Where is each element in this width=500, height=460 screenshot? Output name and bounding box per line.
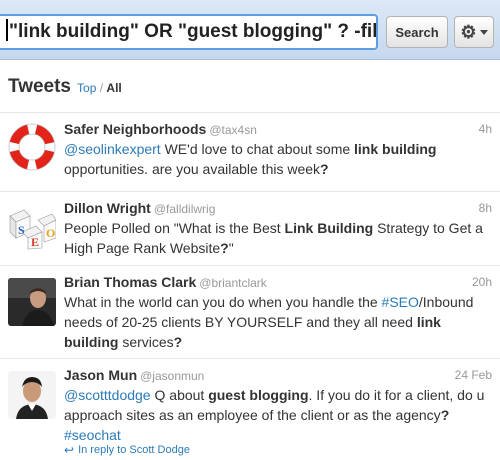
search-input[interactable]: "link building" OR "guest blogging" ? -f… [0,14,378,50]
block-letter: E [31,235,39,249]
tweet-header: Dillon Wright @falldilwrig 8h [64,200,492,218]
search-query: "link building" OR "guest blogging" ? -f… [9,21,378,42]
filter-links: Top / All [77,81,122,95]
text-segment: WE'd love to chat about some [160,141,355,157]
hashtag-link[interactable]: #seochat [64,427,121,443]
text-segment: People Polled on "What is the Best [64,220,285,236]
tweet-item[interactable]: Brian Thomas Clark @briantclark 20h What … [0,265,500,358]
tweet-item[interactable]: S E O Dillon Wright @falldilwrig 8h Peopl… [0,191,500,265]
text-segment: services [118,334,174,350]
highlight-term: ? [320,161,329,177]
highlight-term: ? [440,407,450,423]
tweet-item[interactable]: Safer Neighborhoods @tax4sn 4h @seolinkex… [0,112,500,191]
author-handle[interactable]: @jasonmun [140,369,204,383]
author-name[interactable]: Dillon Wright [64,200,151,216]
author-name[interactable]: Jason Mun [64,367,137,383]
chevron-down-icon [479,29,488,35]
mention-link[interactable]: @scotttdodge [64,387,151,403]
filter-separator: / [99,81,104,95]
tweet-header: Jason Mun @jasonmun 24 Feb [64,367,492,385]
tweet-text: @scotttdodge Q about guest blogging. If … [64,385,494,445]
author-handle[interactable]: @falldilwrig [154,202,216,216]
search-bar: "link building" OR "guest blogging" ? -f… [0,0,500,60]
highlight-term: ? [220,240,229,256]
tweet-item[interactable]: Jason Mun @jasonmun 24 Feb @scotttdodge Q… [0,358,500,460]
tweet-time[interactable]: 4h [479,122,492,136]
block-letter: O [46,226,55,240]
text-cursor [6,19,8,41]
tweet-text: @seolinkexpert WE'd love to chat about s… [64,139,494,179]
tweets-header: Tweets Top / All [0,76,500,112]
highlight-term: Link Building [284,220,374,236]
page-title: Tweets [8,76,72,97]
tweet-text: What in the world can you do when you ha… [64,292,494,352]
filter-top-link[interactable]: Top [77,81,96,95]
text-segment: opportunities. are you available this we… [64,161,321,177]
in-reply-to-label: In reply to Scott Dodge [78,444,190,456]
highlight-term: ? [173,334,183,350]
highlight-term: link building [354,141,437,157]
author-handle[interactable]: @briantclark [199,276,267,290]
settings-dropdown-button[interactable]: ⚙ [454,16,494,48]
mention-link[interactable]: @seolinkexpert [64,141,161,157]
text-segment: " [228,240,234,256]
person-photo-icon[interactable] [8,371,56,419]
tweet-header: Brian Thomas Clark @briantclark 20h [64,274,492,292]
tweet-time[interactable]: 8h [479,201,492,215]
block-letter: S [18,223,25,237]
highlight-term: guest blogging [208,387,309,403]
tweet-time[interactable]: 24 Feb [455,368,492,382]
tweet-time[interactable]: 20h [472,275,492,289]
tweet-text: People Polled on "What is the Best Link … [64,218,494,258]
filter-all-link[interactable]: All [106,81,121,95]
reply-arrow-icon: ↩ [64,443,75,457]
author-name[interactable]: Safer Neighborhoods [64,121,206,137]
search-button[interactable]: Search [386,16,448,48]
text-segment: Q about [150,387,209,403]
tweet-header: Safer Neighborhoods @tax4sn 4h [64,121,492,139]
author-handle[interactable]: @tax4sn [209,123,257,137]
life-ring-icon[interactable] [8,123,56,171]
gear-icon: ⚙ [460,22,477,42]
person-photo-icon[interactable] [8,278,56,326]
author-name[interactable]: Brian Thomas Clark [64,274,196,290]
in-reply-to-link[interactable]: ↩ In reply to Scott Dodge [64,443,190,457]
seo-blocks-icon[interactable]: S E O [8,202,56,250]
text-segment: What in the world can you do when you ha… [64,294,382,310]
hashtag-link[interactable]: #SEO [382,294,419,310]
